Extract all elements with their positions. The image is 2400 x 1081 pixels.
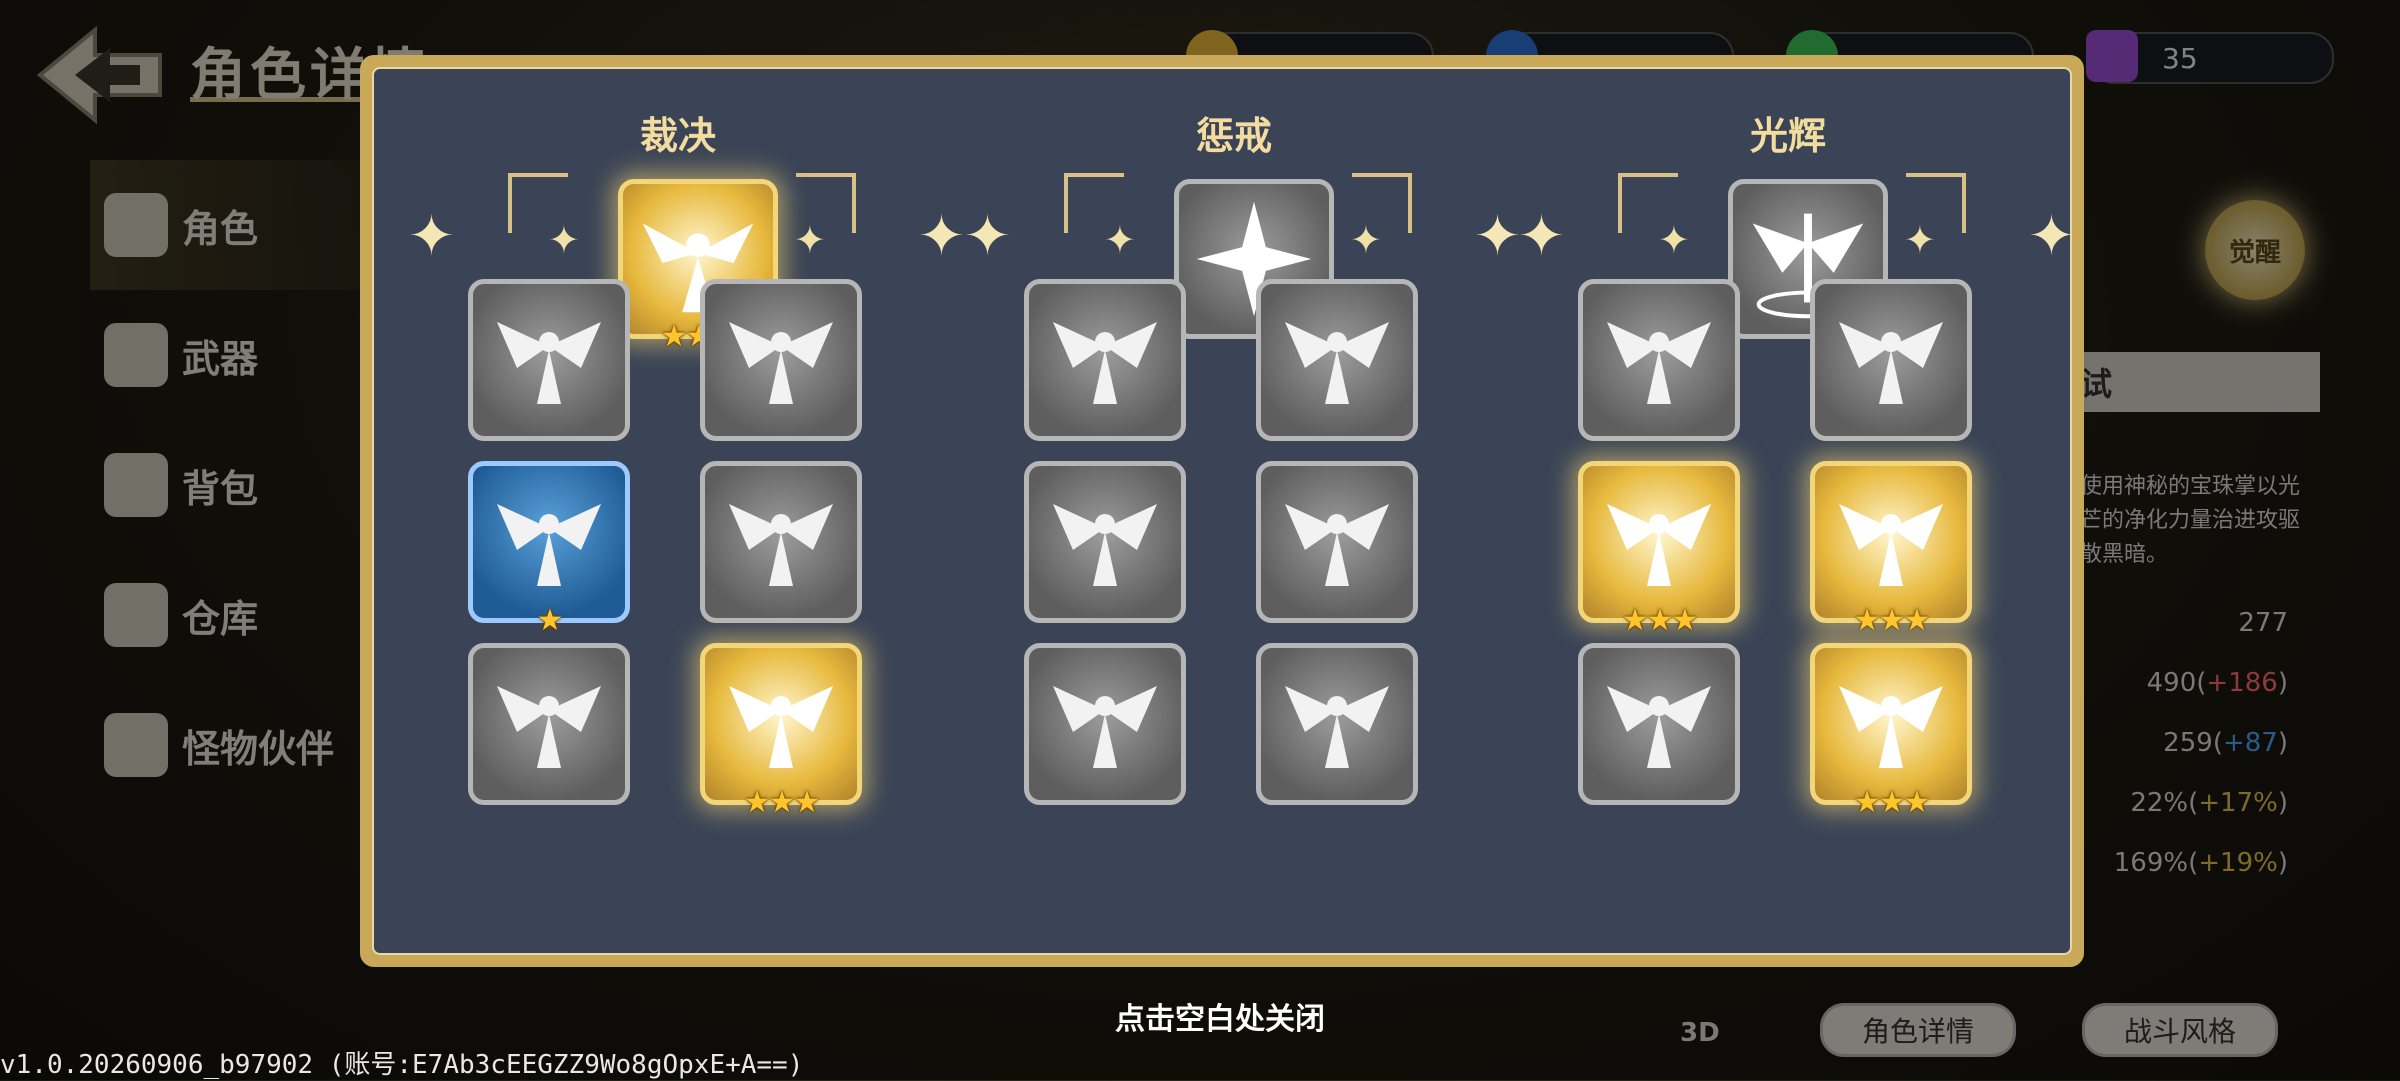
stat-bonus: +186	[2206, 668, 2278, 698]
stat-row: 22%(+17%)	[2130, 788, 2288, 818]
stat-row: 277	[2238, 608, 2288, 638]
sidebar-item-warehouse[interactable]: 仓库	[90, 550, 390, 680]
sparkle-icon: ✦	[1904, 218, 1936, 262]
potion-icon	[2086, 30, 2138, 82]
stat-value: 259	[2163, 728, 2213, 758]
sidebar-item-label: 武器	[182, 336, 259, 381]
skill-slot[interactable]	[1024, 461, 1186, 623]
sparkle-icon: ✦	[1518, 204, 1565, 269]
sidebar-item-character[interactable]: 角色	[90, 160, 390, 290]
skill-tree-title: 裁决	[639, 114, 716, 158]
backpack-icon	[104, 453, 168, 517]
skill-slot[interactable]: ★★★	[1810, 461, 1972, 636]
sidebar-item-backpack[interactable]: 背包	[90, 420, 390, 550]
character-icon	[104, 193, 168, 257]
stat-value: 490	[2146, 668, 2197, 698]
sparkle-icon: ✦	[1474, 204, 1521, 269]
stat-row: 490(+186)	[2146, 668, 2288, 698]
sparkle-icon: ✦	[2028, 204, 2075, 269]
skill-slot[interactable]	[700, 279, 862, 441]
sidebar-item-label: 角色	[182, 206, 259, 251]
skill-tree-column: 惩戒 ✦ ✦ ✦ ✦	[964, 69, 1521, 969]
skill-slot[interactable]: ★	[468, 461, 630, 636]
monster-icon	[104, 713, 168, 777]
stat-row: 169%(+19%)	[2113, 848, 2288, 878]
back-arrow-button[interactable]	[30, 20, 170, 130]
version-label: v1.0.20260906_b97902 (账号:E7Ab3cEEGZZ9Wo8…	[0, 1050, 804, 1080]
close-hint-text: 点击空白处关闭	[1115, 1002, 1325, 1037]
skill-slot[interactable]	[1256, 279, 1418, 441]
star-rating: ★★★	[1621, 603, 1699, 638]
star-rating: ★★★	[743, 785, 821, 820]
character-description: 使用神秘的宝珠掌以光芒的净化力量治进攻驱散黑暗。	[2080, 474, 2301, 567]
skill-tree-column: 裁决 ✦ ✦ ✦ ✦ ★★★ ★ ★★★	[408, 69, 965, 969]
stat-bonus: +17%	[2198, 788, 2278, 818]
skill-slot[interactable]	[1578, 643, 1740, 805]
skill-slot[interactable]: ★★★	[1578, 461, 1740, 636]
skill-slot[interactable]	[1810, 279, 1972, 441]
skill-slot[interactable]	[468, 643, 630, 805]
star-rating: ★★★	[1853, 603, 1931, 638]
stat-value: 169%	[2113, 848, 2189, 878]
skill-tree-panel: 裁决 ✦ ✦ ✦ ✦ ★★★ ★ ★★★ 惩戒 ✦ ✦ ✦ ✦ 光辉 ✦ ✦ ✦ ✦ ★★★ ★★★ ★★★	[372, 67, 2075, 955]
stat-value: 277	[2238, 608, 2288, 638]
character-detail-button[interactable]: 角色详情	[1820, 1003, 2016, 1057]
skill-slot[interactable]	[1256, 643, 1418, 805]
awaken-button[interactable]: 觉醒	[2205, 200, 2305, 300]
sidebar-item-label: 背包	[182, 466, 259, 511]
currency-potion-value: 35	[2162, 42, 2198, 75]
chest-icon	[104, 583, 168, 647]
sword-icon	[104, 323, 168, 387]
currency-potion: 35	[2086, 30, 2334, 84]
stat-bonus: +87	[2222, 728, 2278, 758]
sparkle-icon: ✦	[964, 204, 1011, 269]
stat-value: 22%	[2130, 788, 2189, 818]
skill-tree-column: 光辉 ✦ ✦ ✦ ✦ ★★★ ★★★ ★★★	[1518, 69, 2075, 969]
skill-slot[interactable]	[700, 461, 862, 623]
back-arrow-icon	[36, 25, 162, 125]
sparkle-icon: ✦	[918, 204, 965, 269]
sparkle-icon: ✦	[1104, 218, 1136, 262]
sidebar-item-label: 怪物伙伴	[182, 726, 335, 771]
sidebar-item-label: 仓库	[182, 596, 259, 641]
sidebar-item-weapon[interactable]: 武器	[90, 290, 390, 420]
skill-tree-title: 光辉	[1749, 114, 1826, 158]
stat-row: 259(+87)	[2163, 728, 2288, 758]
skill-tree-title: 惩戒	[1195, 114, 1272, 158]
skill-slot[interactable]	[1256, 461, 1418, 623]
view-3d-button[interactable]: 3D	[1680, 1018, 1720, 1048]
skill-slot[interactable]: ★★★	[700, 643, 862, 818]
sidebar-item-monster-partner[interactable]: 怪物伙伴	[90, 680, 390, 810]
skill-slot[interactable]	[1024, 643, 1186, 805]
sparkle-icon: ✦	[1658, 218, 1690, 262]
skill-tree-modal: 裁决 ✦ ✦ ✦ ✦ ★★★ ★ ★★★ 惩戒 ✦ ✦ ✦ ✦ 光辉 ✦ ✦ ✦ ✦ ★★★ ★★★ ★★★	[360, 55, 2084, 967]
star-rating: ★	[536, 603, 564, 638]
sparkle-icon: ✦	[1350, 218, 1382, 262]
skill-slot[interactable]	[468, 279, 630, 441]
sidebar: 角色 武器 背包 仓库 怪物伙伴	[90, 160, 390, 810]
skill-slot[interactable]	[1578, 279, 1740, 441]
sparkle-icon: ✦	[408, 204, 455, 269]
battle-style-button[interactable]: 战斗风格	[2082, 1003, 2278, 1057]
skill-slot[interactable]	[1024, 279, 1186, 441]
style-tab[interactable]: 试	[2070, 352, 2320, 412]
sparkle-icon: ✦	[794, 218, 826, 262]
stat-bonus: +19%	[2198, 848, 2278, 878]
sparkle-icon: ✦	[548, 218, 580, 262]
skill-slot[interactable]: ★★★	[1810, 643, 1972, 818]
star-rating: ★★★	[1853, 785, 1931, 820]
